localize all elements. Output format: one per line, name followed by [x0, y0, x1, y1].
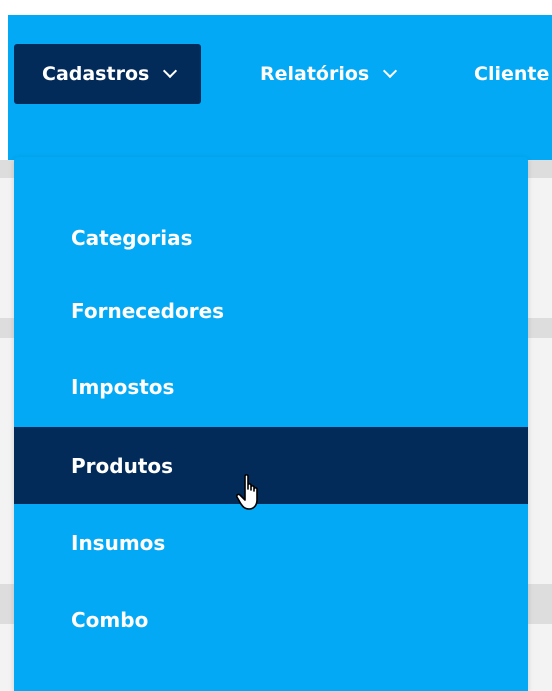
menu-item-label: Fornecedores — [71, 298, 225, 323]
nav-item-label: Relatórios — [260, 63, 370, 85]
nav-item-label: Cadastros — [42, 63, 150, 85]
nav-item-cliente[interactable]: Cliente — [474, 44, 549, 104]
hand-pointer-icon — [236, 474, 258, 510]
menu-item-produtos[interactable]: Produtos — [14, 427, 528, 504]
chevron-down-icon — [163, 63, 178, 79]
menu-item-label: Produtos — [71, 453, 174, 478]
menu-item-label: Impostos — [71, 374, 175, 399]
menu-item-label: Combo — [71, 607, 149, 632]
menu-item-categorias[interactable]: Categorias — [14, 199, 528, 276]
chevron-down-icon — [383, 63, 398, 79]
menu-item-fornecedores[interactable]: Fornecedores — [14, 272, 528, 349]
menu-item-label: Insumos — [71, 530, 166, 555]
menu-item-insumos[interactable]: Insumos — [14, 504, 528, 581]
menu-item-impostos[interactable]: Impostos — [14, 348, 528, 425]
menu-item-label: Categorias — [71, 225, 193, 250]
menu-item-combo[interactable]: Combo — [14, 581, 528, 658]
nav-item-label: Cliente — [474, 63, 550, 85]
nav-item-cadastros[interactable]: Cadastros — [14, 44, 202, 104]
nav-item-relatorios[interactable]: Relatórios — [260, 44, 398, 104]
cadastros-dropdown-menu: Categorias Fornecedores Impostos Produto… — [14, 157, 528, 691]
top-navbar: Cadastros Relatórios Cliente — [8, 15, 552, 160]
